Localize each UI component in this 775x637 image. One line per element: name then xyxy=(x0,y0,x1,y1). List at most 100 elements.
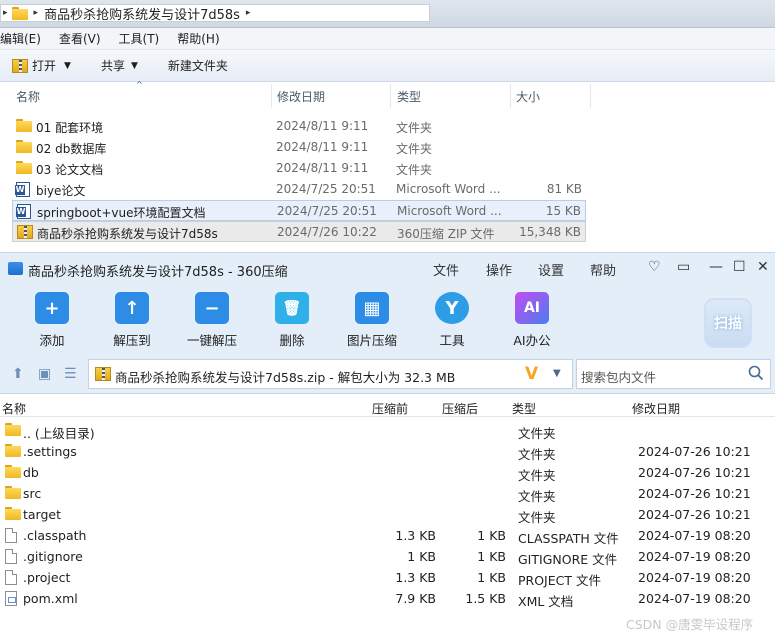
explorer-column-header: 名称 ^ 修改日期 类型 大小 xyxy=(0,80,775,108)
zip-path-field[interactable]: 商品秒杀抢购系统发与设计7d58s.zip - 解包大小为 32.3 MB V … xyxy=(88,359,573,389)
one-click-extract-button[interactable]: − 一键解压 xyxy=(177,292,247,349)
folder-icon xyxy=(5,423,21,436)
list-view-icon[interactable]: ☰ xyxy=(64,366,77,382)
table-row[interactable]: src 文件夹 2024-07-26 10:21 xyxy=(0,483,775,504)
folder-icon xyxy=(5,486,21,499)
folder-icon xyxy=(16,161,32,174)
watermark: CSDN @唐雯毕设程序 xyxy=(626,617,754,632)
menu-help[interactable]: 帮助 xyxy=(590,260,616,279)
folder-icon xyxy=(5,444,21,457)
open-icon xyxy=(12,58,28,73)
one-click-extract-icon: − xyxy=(195,292,229,324)
extract-to-icon: ↑ xyxy=(115,292,149,324)
new-folder-button[interactable]: 新建文件夹 xyxy=(168,57,228,74)
menu-edit[interactable]: 编辑(E) xyxy=(0,30,41,47)
menu-operate[interactable]: 操作 xyxy=(486,260,512,279)
folder-icon xyxy=(5,465,21,478)
word-icon xyxy=(16,204,31,219)
file-icon xyxy=(5,549,17,564)
thumbnail-view-icon[interactable]: ▣ xyxy=(38,366,51,382)
column-type[interactable]: 类型 xyxy=(397,88,421,105)
list-item[interactable]: biye论文 2024/7/25 20:51 Microsoft Word ..… xyxy=(12,179,586,200)
menu-help[interactable]: 帮助(H) xyxy=(177,30,219,47)
table-row[interactable]: .project 1.3 KB 1 KB PROJECT 文件 2024-07-… xyxy=(0,567,775,588)
list-item[interactable]: 03 论文文档 2024/8/11 9:11 文件夹 xyxy=(12,158,586,179)
column-before[interactable]: 压缩前 xyxy=(372,400,408,417)
zip-path-text: 商品秒杀抢购系统发与设计7d58s.zip - 解包大小为 32.3 MB xyxy=(115,370,456,385)
file-icon xyxy=(5,570,17,585)
zip-address-row: ⬆ ▣ ☰ 商品秒杀抢购系统发与设计7d58s.zip - 解包大小为 32.3… xyxy=(0,354,775,394)
table-row[interactable]: pom.xml 7.9 KB 1.5 KB XML 文档 2024-07-19 … xyxy=(0,588,775,609)
feedback-icon[interactable]: ▭ xyxy=(677,259,690,275)
column-date[interactable]: 修改日期 xyxy=(277,88,325,105)
explorer-titlebar: ▸ ▸ 商品秒杀抢购系统发与设计7d58s ▸ xyxy=(0,0,775,28)
scan-button[interactable]: 扫描 xyxy=(704,298,752,348)
share-label: 共享 xyxy=(100,59,125,73)
zip-icon xyxy=(17,225,33,239)
list-item[interactable]: 01 配套环境 2024/8/11 9:11 文件夹 xyxy=(12,116,586,137)
list-item[interactable]: 商品秒杀抢购系统发与设计7d58s 2024/7/26 10:22 360压缩 … xyxy=(12,221,586,242)
back-arrow-icon[interactable]: ▸ xyxy=(3,8,8,18)
up-arrow-icon[interactable]: ⬆ xyxy=(12,366,24,382)
app-logo-icon xyxy=(8,262,23,275)
column-after[interactable]: 压缩后 xyxy=(442,400,478,417)
tools-icon: Y xyxy=(435,292,469,324)
image-compress-button[interactable]: ▦ 图片压缩 xyxy=(337,292,407,349)
word-icon xyxy=(15,182,30,197)
column-type[interactable]: 类型 xyxy=(512,400,536,417)
menu-tools[interactable]: 工具(T) xyxy=(119,30,160,47)
add-icon: + xyxy=(35,292,69,324)
scan-label: 扫描 xyxy=(714,316,742,332)
breadcrumb[interactable]: 商品秒杀抢购系统发与设计7d58s xyxy=(44,4,240,23)
extract-to-button[interactable]: ↑ 解压到 xyxy=(97,292,167,349)
delete-button[interactable]: 🗑 删除 xyxy=(257,292,327,349)
table-row[interactable]: .gitignore 1 KB 1 KB GITIGNORE 文件 2024-0… xyxy=(0,546,775,567)
address-bar[interactable]: ▸ ▸ 商品秒杀抢购系统发与设计7d58s ▸ xyxy=(0,4,430,23)
menu-settings[interactable]: 设置 xyxy=(538,260,564,279)
zip-column-header: 名称 压缩前 压缩后 类型 修改日期 xyxy=(0,397,775,417)
folder-icon xyxy=(16,140,32,153)
ai-office-button[interactable]: AI AI办公 xyxy=(497,292,567,349)
maximize-icon[interactable]: ☐ xyxy=(733,259,746,275)
xml-file-icon xyxy=(5,591,17,606)
table-row[interactable]: db 文件夹 2024-07-26 10:21 xyxy=(0,462,775,483)
list-item[interactable]: springboot+vue环境配置文档 2024/7/25 20:51 Mic… xyxy=(12,200,586,221)
share-button[interactable]: 共享 ▼ xyxy=(101,57,138,74)
menu-file[interactable]: 文件 xyxy=(433,260,459,279)
chevron-right-icon[interactable]: ▸ xyxy=(34,8,39,18)
file-icon xyxy=(5,528,17,543)
open-button[interactable]: 打开 ▼ xyxy=(12,57,71,74)
delete-icon: 🗑 xyxy=(275,292,309,324)
column-date[interactable]: 修改日期 xyxy=(632,400,680,417)
table-row[interactable]: .. (上级目录) 文件夹 xyxy=(0,420,775,441)
chevron-right-icon[interactable]: ▸ xyxy=(246,8,251,18)
table-row[interactable]: target 文件夹 2024-07-26 10:21 xyxy=(0,504,775,525)
skin-icon[interactable]: ♡ xyxy=(648,259,661,275)
chevron-down-icon[interactable]: ▼ xyxy=(553,368,561,379)
list-item[interactable]: 02 db数据库 2024/8/11 9:11 文件夹 xyxy=(12,137,586,158)
folder-icon xyxy=(16,119,32,132)
add-button[interactable]: + 添加 xyxy=(17,292,87,349)
search-input[interactable]: 搜索包内文件 xyxy=(576,359,771,389)
image-compress-icon: ▦ xyxy=(355,292,389,324)
minimize-icon[interactable]: — xyxy=(709,259,723,275)
verified-icon: V xyxy=(525,364,539,384)
search-icon[interactable] xyxy=(748,365,764,381)
column-size[interactable]: 大小 xyxy=(516,88,540,105)
ai-office-icon: AI xyxy=(515,292,549,324)
folder-icon xyxy=(11,6,28,20)
tools-button[interactable]: Y 工具 xyxy=(417,292,487,349)
window-title: 商品秒杀抢购系统发与设计7d58s - 360压缩 xyxy=(28,265,288,280)
zip-icon xyxy=(95,367,111,381)
table-row[interactable]: .settings 文件夹 2024-07-26 10:21 xyxy=(0,441,775,462)
chevron-down-icon: ▼ xyxy=(130,60,138,71)
open-label: 打开 xyxy=(32,59,57,73)
close-icon[interactable]: ✕ xyxy=(757,259,769,275)
chevron-down-icon: ▼ xyxy=(64,60,71,71)
column-name[interactable]: 名称 xyxy=(16,88,40,105)
search-placeholder: 搜索包内文件 xyxy=(581,370,657,385)
sort-arrow-icon: ^ xyxy=(136,80,143,89)
column-name[interactable]: 名称 xyxy=(2,400,26,417)
menu-view[interactable]: 查看(V) xyxy=(59,30,101,47)
table-row[interactable]: .classpath 1.3 KB 1 KB CLASSPATH 文件 2024… xyxy=(0,525,775,546)
